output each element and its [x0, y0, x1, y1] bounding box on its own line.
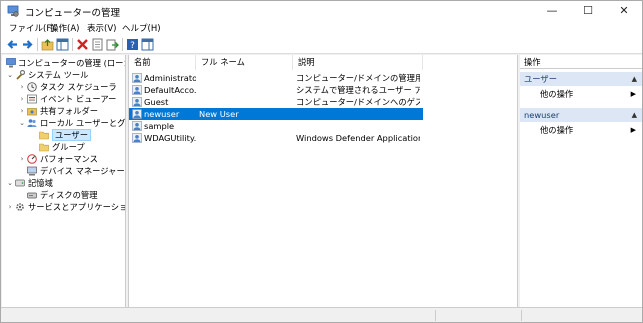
clock-icon — [27, 82, 37, 92]
user-list: 名前 フル ネーム 説明 Administrator コンピューター/ドメインの… — [128, 55, 518, 307]
column-header-fullname[interactable]: フル ネーム — [196, 55, 293, 70]
table-row[interactable]: DefaultAcco... システムで管理されるユーザー アカウン... — [129, 84, 423, 96]
title-bar[interactable]: コンピューターの管理 — ☐ ✕ — [1, 1, 642, 21]
column-header-name[interactable]: 名前 — [129, 55, 196, 70]
computer-management-window: コンピューターの管理 — ☐ ✕ ファイル(F) 操作(A) 表示(V) ヘルプ… — [0, 0, 643, 323]
computer-mgmt-icon — [6, 58, 16, 68]
performance-icon — [27, 154, 37, 164]
menu-file[interactable]: ファイル(F) — [9, 22, 55, 34]
actions-pane: 操作 ユーザー ▲ 他の操作 ▶ newuser ▲ 他の操作 ▶ — [520, 55, 642, 307]
actions-section-users[interactable]: ユーザー ▲ — [520, 72, 642, 86]
collapse-icon[interactable]: ▲ — [632, 72, 637, 86]
menu-action[interactable]: 操作(A) — [50, 22, 79, 34]
status-bar — [1, 307, 642, 322]
folder-icon — [39, 143, 49, 152]
tools-icon — [16, 70, 25, 80]
status-divider — [521, 310, 522, 321]
user-icon — [132, 97, 142, 107]
table-row[interactable]: WDAGUtility... Windows Defender Applicat… — [129, 132, 423, 144]
disk-icon — [27, 192, 37, 199]
collapse-icon[interactable]: ▲ — [632, 108, 637, 122]
user-icon — [132, 109, 142, 119]
user-icon — [132, 73, 142, 83]
action-more-actions[interactable]: 他の操作 ▶ — [520, 124, 642, 137]
table-row[interactable]: Administrator コンピューター/ドメインの管理用 (ビルト... — [129, 72, 423, 84]
toolbar: ? — [1, 35, 642, 54]
back-arrow-icon[interactable] — [6, 38, 19, 51]
action-more-actions[interactable]: 他の操作 ▶ — [520, 88, 642, 101]
window-title: コンピューターの管理 — [25, 8, 121, 19]
table-row[interactable]: sample — [129, 120, 423, 132]
svg-text:?: ? — [130, 41, 135, 51]
show-hide-tree-icon[interactable] — [56, 38, 69, 51]
computer-management-icon — [7, 5, 19, 17]
menu-view[interactable]: 表示(V) — [87, 22, 116, 34]
storage-icon — [15, 179, 25, 187]
user-icon — [132, 85, 142, 95]
actions-section-newuser[interactable]: newuser ▲ — [520, 108, 642, 122]
properties-icon[interactable] — [91, 38, 104, 51]
help-icon[interactable]: ? — [126, 38, 139, 51]
submenu-arrow-icon: ▶ — [630, 126, 636, 134]
navigation-tree: コンピューターの管理 (ローカル) ⌄ システム ツール › タスク スケジュー… — [2, 55, 126, 307]
up-folder-icon[interactable] — [41, 38, 54, 51]
user-icon — [132, 133, 142, 143]
users-icon — [27, 119, 37, 127]
delete-icon[interactable] — [76, 38, 89, 51]
export-list-icon[interactable] — [106, 38, 119, 51]
shared-folder-icon — [27, 108, 37, 116]
menu-help[interactable]: ヘルプ(H) — [122, 22, 161, 34]
status-divider — [435, 310, 436, 321]
services-icon — [16, 203, 24, 211]
column-header-description[interactable]: 説明 — [293, 55, 423, 70]
user-icon — [132, 121, 142, 131]
menu-bar: ファイル(F) 操作(A) 表示(V) ヘルプ(H) — [1, 21, 642, 35]
folder-icon — [39, 131, 49, 140]
maximize-button[interactable]: ☐ — [570, 1, 606, 21]
show-action-pane-icon[interactable] — [141, 38, 154, 51]
minimize-button[interactable]: — — [534, 1, 570, 21]
close-button[interactable]: ✕ — [606, 1, 642, 21]
table-row[interactable]: Guest コンピューター/ドメインへのゲスト アクセ... — [129, 96, 423, 108]
table-row-selected[interactable]: newuser New User — [129, 108, 423, 120]
submenu-arrow-icon: ▶ — [630, 90, 636, 98]
device-manager-icon — [27, 166, 37, 176]
event-viewer-icon — [27, 94, 37, 104]
actions-header: 操作 — [520, 55, 642, 69]
forward-arrow-icon[interactable] — [21, 38, 34, 51]
